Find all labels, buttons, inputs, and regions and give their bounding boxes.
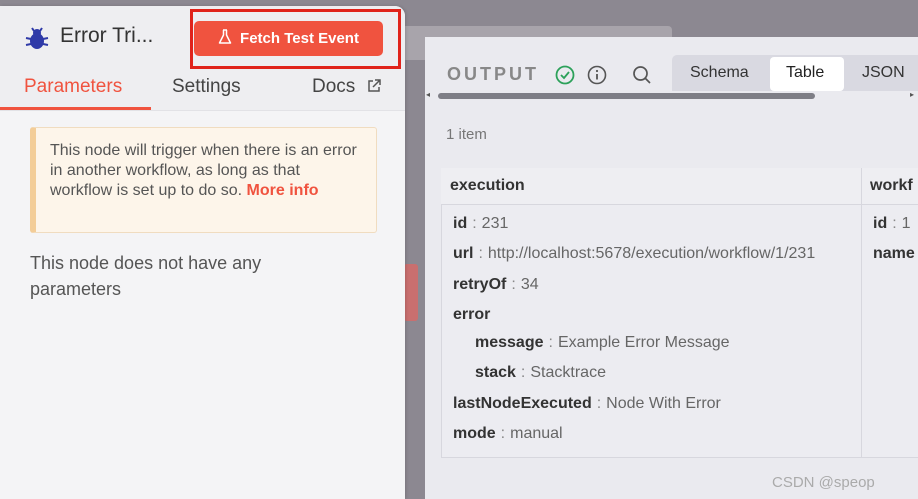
output-table	[441, 168, 918, 458]
workflow-field-id[interactable]: id:1	[873, 215, 911, 233]
info-notice: This node will trigger when there is an …	[30, 127, 377, 233]
tab-parameters[interactable]: Parameters	[24, 76, 122, 98]
field-mode[interactable]: mode: manual	[453, 425, 563, 443]
tab-settings[interactable]: Settings	[172, 76, 241, 98]
watermark: CSDN @speop	[772, 474, 875, 491]
column-header-workflow[interactable]: workf	[870, 177, 913, 195]
field-id[interactable]: id:231	[453, 215, 508, 233]
field-error[interactable]: error	[453, 306, 490, 324]
fetch-button-label: Fetch Test Event	[240, 30, 359, 47]
fetch-test-event-button[interactable]: Fetch Test Event	[194, 21, 383, 56]
external-link-icon[interactable]	[367, 79, 381, 98]
background-node	[404, 264, 418, 321]
tab-docs[interactable]: Docs	[312, 76, 355, 98]
field-retry-of[interactable]: retryOf:34	[453, 276, 539, 294]
info-icon[interactable]	[587, 65, 607, 90]
view-json-button[interactable]: JSON	[862, 64, 905, 82]
flask-icon	[218, 28, 232, 49]
field-url[interactable]: url: http://localhost:5678/execution/work…	[453, 245, 815, 263]
output-label: OUTPUT	[447, 64, 539, 84]
more-info-link[interactable]: More info	[247, 182, 319, 199]
field-error-stack[interactable]: stack: Stacktrace	[475, 364, 606, 382]
workflow-field-name[interactable]: name	[873, 245, 915, 263]
search-icon[interactable]	[632, 65, 652, 90]
success-check-icon	[555, 65, 575, 90]
item-count: 1 item	[446, 126, 487, 143]
bug-icon	[24, 26, 50, 57]
no-parameters-message: This node does not have any parameters	[30, 253, 262, 299]
column-header-execution[interactable]: execution	[450, 177, 525, 195]
scroll-left-arrow[interactable]: ◂	[426, 90, 430, 99]
field-error-message[interactable]: message: Example Error Message	[475, 334, 730, 352]
node-title[interactable]: Error Tri...	[60, 24, 153, 48]
field-last-node-executed[interactable]: lastNodeExecuted: Node With Error	[453, 395, 721, 413]
horizontal-scrollbar[interactable]	[438, 93, 815, 99]
view-table-button[interactable]: Table	[786, 64, 824, 82]
column-divider	[861, 168, 862, 458]
scroll-right-arrow[interactable]: ▸	[910, 90, 914, 99]
view-schema-button[interactable]: Schema	[690, 64, 749, 82]
